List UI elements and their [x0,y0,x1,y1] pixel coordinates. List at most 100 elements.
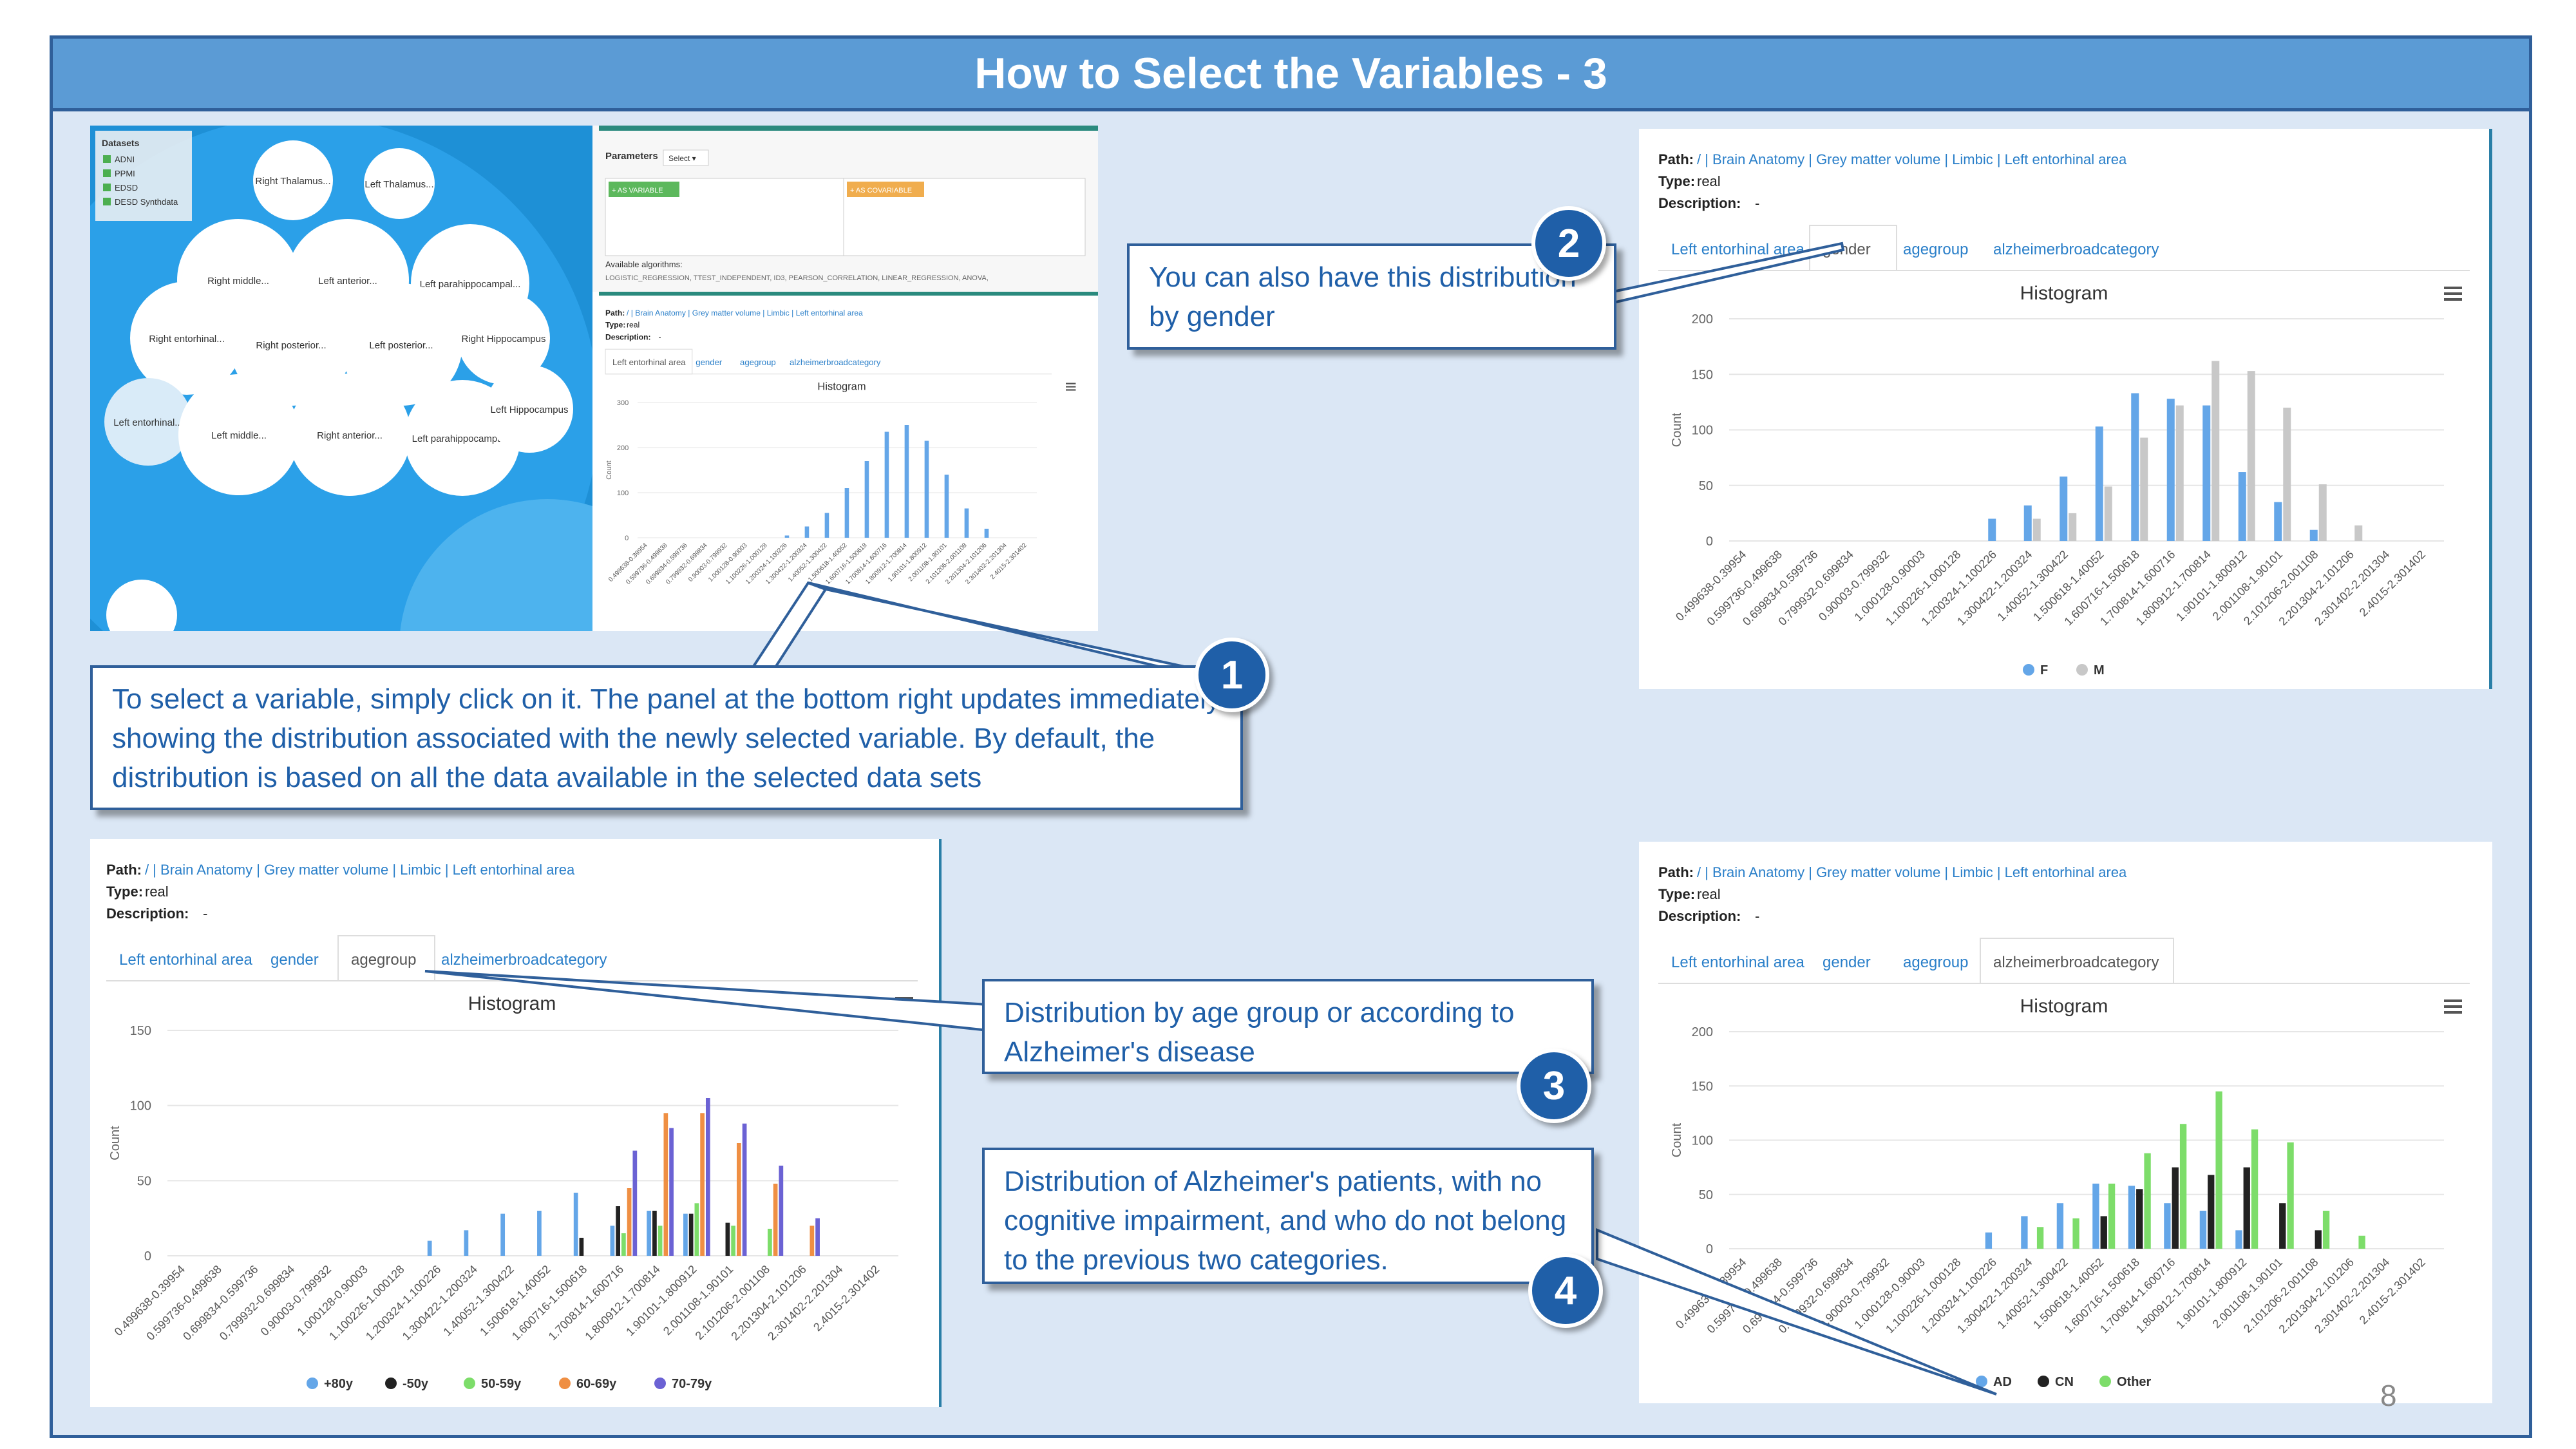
dataset-checkbox[interactable] [103,169,111,177]
app-bar-count-11[interactable] [864,461,869,538]
agegroup-bar-6069y-16[interactable] [773,1184,778,1256]
app-bar-count-13[interactable] [904,425,909,538]
agegroup-bar-7079y-14[interactable] [705,1098,710,1256]
agegroup-bar-7079y-12[interactable] [632,1150,638,1256]
app-bar-count-16[interactable] [964,508,969,538]
gender-bar-m-8[interactable] [2032,518,2041,542]
variable-bubble-label[interactable]: Right posterior... [256,340,326,351]
alzheimer-legend-marker-2[interactable] [2099,1376,2111,1387]
alzheimer-tab-left-entorhinal-area[interactable]: Left entorhinal area [1671,954,1804,971]
agegroup-bar-5059y-15[interactable] [731,1226,735,1256]
alzheimer-legend-marker-1[interactable] [2038,1376,2049,1387]
agegroup-legend-label-4[interactable]: 70-79y [672,1377,712,1391]
variable-bubble[interactable]: Left Hippocampus [486,365,573,453]
alzheimer-bar-cn-14[interactable] [2243,1167,2250,1249]
alzheimer-bar-cn-16[interactable] [2315,1230,2322,1249]
variable-bubble-label[interactable]: Left middle... [211,430,267,441]
alzheimer-bar-ad-14[interactable] [2235,1230,2242,1249]
gender-bar-f-8[interactable] [2023,505,2032,541]
agegroup-bar-5059y-13[interactable] [658,1226,663,1256]
variable-bubble-label[interactable]: Right Thalamus... [255,176,330,187]
alzheimer-bar-ad-9[interactable] [2056,1203,2064,1249]
agegroup-bar-5059y-16[interactable] [768,1229,772,1256]
variable-bubble[interactable]: Right Thalamus... [253,140,333,220]
alzheimer-tab-gender[interactable]: gender [1823,954,1871,971]
variable-bubble-label[interactable]: Left entorhinal... [113,417,183,428]
agegroup-bar-80y-7[interactable] [427,1240,432,1256]
alzheimer-bar-other-14[interactable] [2251,1129,2259,1249]
agegroup-bar-80y-9[interactable] [500,1213,506,1256]
gender-tab-agegroup[interactable]: agegroup [1903,241,1968,258]
agegroup-bar-80y-11[interactable] [573,1193,578,1256]
agegroup-bar-50y-15[interactable] [725,1222,730,1256]
app-tab-left-entorhinal-area[interactable]: Left entorhinal area [612,357,686,367]
gender-hamburger-menu-icon[interactable] [2444,287,2462,301]
gender-bar-f-11[interactable] [2131,393,2139,541]
alzheimer-bar-ad-8[interactable] [2021,1216,2028,1249]
gender-bar-f-10[interactable] [2095,426,2103,541]
gender-bar-m-14[interactable] [2247,371,2255,541]
agegroup-bar-7079y-13[interactable] [669,1128,674,1256]
gender-path-link[interactable]: / | Brain Anatomy | Grey matter volume |… [1697,151,2127,167]
alzheimer-legend-label-2[interactable]: Other [2117,1375,2152,1389]
alzheimer-bar-other-12[interactable] [2179,1124,2187,1249]
variable-bubble[interactable]: Left Thalamus... [364,148,435,219]
dataset-checkbox[interactable] [103,198,111,205]
alzheimer-bar-other-13[interactable] [2215,1091,2222,1249]
parameters-select-label[interactable]: Select ▾ [668,154,696,163]
gender-bar-f-16[interactable] [2309,529,2318,541]
agegroup-bar-80y-10[interactable] [537,1211,542,1256]
app-tab-alzheimerbroadcategory[interactable]: alzheimerbroadcategory [790,357,881,367]
variable-bubble[interactable]: Left middle... [178,374,299,495]
alzheimer-bar-other-8[interactable] [2036,1227,2044,1249]
agegroup-hamburger-menu-icon[interactable] [895,997,913,1011]
alzheimer-hamburger-menu-icon[interactable] [2444,999,2462,1014]
alzheimer-bar-cn-13[interactable] [2208,1175,2215,1249]
agegroup-bar-7079y-17[interactable] [815,1218,820,1256]
agegroup-tab-left-entorhinal-area[interactable]: Left entorhinal area [119,951,252,969]
gender-tab-gender[interactable]: gender [1823,241,1871,258]
agegroup-bar-6069y-14[interactable] [700,1113,705,1256]
variable-bubble-label[interactable]: Right Hippocampus [462,334,546,345]
agegroup-tab-agegroup[interactable]: agegroup [351,951,416,969]
dataset-checkbox[interactable] [103,155,111,163]
app-bar-count-17[interactable] [984,529,989,538]
agegroup-legend-marker-0[interactable] [307,1378,318,1389]
gender-bar-f-7[interactable] [1988,518,1996,542]
agegroup-path-link[interactable]: / | Brain Anatomy | Grey matter volume |… [145,862,575,878]
alzheimer-bar-other-9[interactable] [2072,1218,2079,1249]
agegroup-bar-50y-12[interactable] [616,1206,621,1256]
agegroup-legend-label-1[interactable]: -50y [402,1377,429,1391]
agegroup-bar-6069y-13[interactable] [663,1113,668,1256]
alzheimer-bar-other-11[interactable] [2144,1153,2151,1249]
gender-bar-m-9[interactable] [2069,513,2077,541]
variable-bubble-label[interactable]: Right entorhinal... [149,334,225,345]
alzheimer-bar-cn-11[interactable] [2136,1189,2143,1249]
agegroup-bar-50y-13[interactable] [652,1211,657,1256]
alzheimer-bar-cn-12[interactable] [2172,1167,2179,1249]
agegroup-legend-marker-3[interactable] [559,1378,571,1389]
agegroup-bar-80y-12[interactable] [610,1226,615,1256]
agegroup-legend-label-3[interactable]: 60-69y [576,1377,617,1391]
agegroup-bar-80y-8[interactable] [464,1230,469,1256]
variable-bubble-label[interactable]: Left parahippocampal... [420,279,521,290]
alzheimer-bar-ad-11[interactable] [2128,1186,2136,1249]
alzheimer-bar-ad-7[interactable] [1985,1232,1993,1249]
alzheimer-bar-other-16[interactable] [2322,1211,2330,1249]
agegroup-legend-label-2[interactable]: 50-59y [481,1377,522,1391]
app-bar-count-8[interactable] [804,526,810,538]
agegroup-bar-50y-14[interactable] [688,1213,694,1256]
variable-bubble-label[interactable]: Right middle... [207,276,269,287]
variable-bubble-label[interactable]: Left Hippocampus [491,404,569,415]
alzheimer-tab-agegroup[interactable]: agegroup [1903,954,1968,971]
gender-bar-m-16[interactable] [2318,484,2327,541]
gender-tab-alzheimerbroadcategory[interactable]: alzheimerbroadcategory [1993,241,2159,258]
dataset-checkbox[interactable] [103,184,111,191]
variable-bubble-label[interactable]: Left anterior... [318,276,377,287]
app-bar-count-12[interactable] [884,431,889,538]
alzheimer-bar-ad-10[interactable] [2092,1183,2099,1249]
agegroup-legend-marker-1[interactable] [385,1378,397,1389]
gender-bar-f-9[interactable] [2060,476,2068,541]
app-bar-count-15[interactable] [944,475,949,538]
agegroup-bar-5059y-12[interactable] [621,1233,626,1256]
